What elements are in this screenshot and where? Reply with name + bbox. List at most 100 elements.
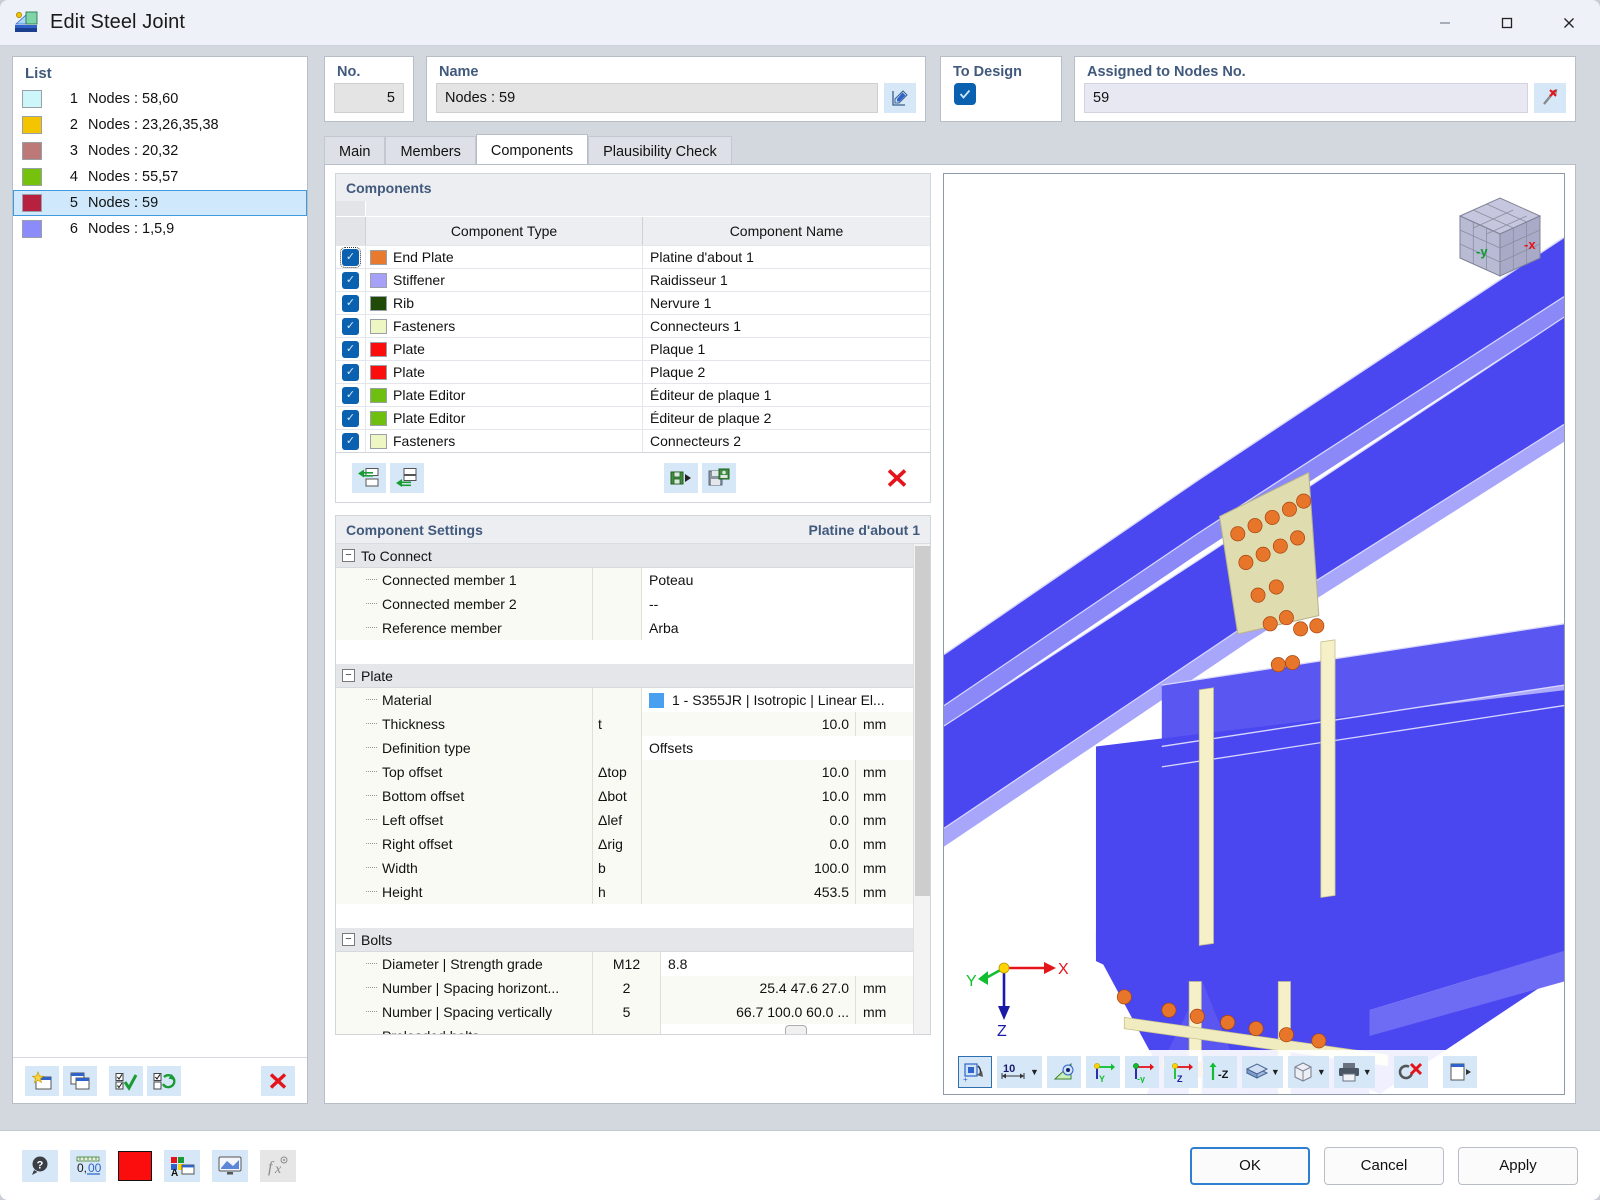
setting-row[interactable]: Top offset Δtop 10.0 mm [336, 760, 930, 784]
pick-node-icon[interactable] [1534, 83, 1566, 113]
setting-value-1[interactable]: 2 [593, 976, 661, 1000]
to-design-checkbox[interactable] [954, 83, 976, 105]
setting-value-2[interactable]: 66.7 100.0 60.0 ... [661, 1000, 856, 1024]
settings-group-bolts[interactable]: − Bolts [336, 928, 930, 952]
edit-pencil-icon[interactable] [884, 83, 916, 113]
setting-row[interactable]: Number | Spacing horizont... 2 25.4 47.6… [336, 976, 930, 1000]
setting-row[interactable]: Connected member 2 -- [336, 592, 930, 616]
cancel-button[interactable]: Cancel [1324, 1146, 1444, 1185]
checkbox-icon[interactable]: ✓ [342, 409, 359, 427]
table-row[interactable]: ✓ Plate Editor Éditeur de plaque 2 [336, 406, 930, 429]
joint-list[interactable]: 1 Nodes : 58,60 2 Nodes : 23,26,35,38 3 … [13, 86, 307, 242]
setting-value[interactable]: 100.0 [642, 856, 856, 880]
setting-row[interactable]: Number | Spacing vertically 5 66.7 100.0… [336, 1000, 930, 1024]
display-style-dropdown[interactable]: ▼ [1241, 1056, 1283, 1088]
row-check[interactable]: ✓ [336, 430, 366, 452]
close-button[interactable] [1538, 0, 1600, 46]
settings-group-to-connect[interactable]: − To Connect [336, 544, 930, 568]
tab-plausibility-check[interactable]: Plausibility Check [588, 136, 732, 166]
setting-row[interactable]: Left offset Δlef 0.0 mm [336, 808, 930, 832]
setting-value-1[interactable]: 5 [593, 1000, 661, 1024]
table-row[interactable]: ✓ Plate Plaque 2 [336, 360, 930, 383]
chevron-down-icon[interactable]: ▼ [1317, 1067, 1326, 1077]
table-row[interactable]: ✓ Rib Nervure 1 [336, 291, 930, 314]
setting-value[interactable]: 0.0 [642, 808, 856, 832]
settings-scrollbar-thumb[interactable] [915, 546, 930, 896]
settings-scrollbar[interactable] [913, 544, 930, 1034]
setting-row[interactable]: Preloaded bolts ✓ [336, 1024, 930, 1034]
setting-value[interactable]: 10.0 [642, 760, 856, 784]
row-check[interactable]: ✓ [336, 269, 366, 291]
setting-value[interactable]: -- [642, 592, 930, 616]
setting-value[interactable]: Poteau [642, 568, 930, 592]
view-in-z-button[interactable]: Z [1163, 1056, 1198, 1088]
maximize-button[interactable] [1476, 0, 1538, 46]
copy-joint-button[interactable] [63, 1065, 97, 1096]
checkbox-icon[interactable]: ✓ [342, 432, 359, 450]
table-row[interactable]: ✓ Stiffener Raidisseur 1 [336, 268, 930, 291]
setting-row[interactable]: Height h 453.5 mm [336, 880, 930, 904]
setting-row[interactable]: Reference member Arba [336, 616, 930, 640]
setting-row[interactable]: Thickness t 10.0 mm [336, 712, 930, 736]
import-component-button[interactable] [664, 462, 698, 493]
row-check[interactable]: ✓ [336, 315, 366, 337]
setting-value[interactable]: 10.0 [642, 784, 856, 808]
setting-value[interactable]: Offsets [642, 736, 930, 760]
setting-value-1[interactable]: M12 [593, 952, 661, 976]
list-item[interactable]: 6 Nodes : 1,5,9 [13, 216, 307, 242]
chevron-down-icon[interactable]: ▼ [1363, 1067, 1372, 1077]
collapse-icon[interactable]: − [342, 933, 355, 946]
delete-joint-button[interactable] [261, 1065, 295, 1096]
projection-dropdown[interactable]: ▼ [1287, 1056, 1329, 1088]
setting-row[interactable]: Right offset Δrig 0.0 mm [336, 832, 930, 856]
select-all-button[interactable] [109, 1065, 143, 1096]
preloaded-bolts-checkbox-cell[interactable]: ✓ [661, 1024, 930, 1034]
checkbox-icon[interactable]: ✓ [342, 386, 359, 404]
settings-group-plate[interactable]: − Plate [336, 664, 930, 688]
table-row[interactable]: ✓ Plate Editor Éditeur de plaque 1 [336, 383, 930, 406]
table-row[interactable]: ✓ End Plate Platine d'about 1 [336, 245, 930, 268]
zoom-factor-dropdown[interactable]: 10 ▼ [997, 1056, 1042, 1088]
table-row[interactable]: ✓ Plate Plaque 1 [336, 337, 930, 360]
view-in-y-button[interactable]: -y [1124, 1056, 1159, 1088]
ok-button[interactable]: OK [1190, 1146, 1310, 1185]
minimize-button[interactable] [1414, 0, 1476, 46]
setting-row[interactable]: Connected member 1 Poteau [336, 568, 930, 592]
joint-no-field[interactable]: 5 [334, 83, 404, 113]
checkbox-icon[interactable]: ✓ [342, 340, 359, 358]
checkbox-icon-unchecked[interactable]: ✓ [784, 1025, 807, 1034]
color-button[interactable] [118, 1150, 152, 1181]
checkbox-icon[interactable]: ✓ [342, 294, 359, 312]
setting-value[interactable]: 453.5 [642, 880, 856, 904]
list-item[interactable]: 3 Nodes : 20,32 [13, 138, 307, 164]
list-item[interactable]: 1 Nodes : 58,60 [13, 86, 307, 112]
list-item[interactable]: 2 Nodes : 23,26,35,38 [13, 112, 307, 138]
setting-value[interactable]: 10.0 [642, 712, 856, 736]
assigned-nodes-field[interactable]: 59 [1084, 83, 1528, 113]
save-component-button[interactable] [702, 462, 736, 493]
row-check[interactable]: ✓ [336, 338, 366, 360]
collapse-icon[interactable]: − [342, 549, 355, 562]
setting-row[interactable]: Definition type Offsets [336, 736, 930, 760]
tab-main[interactable]: Main [324, 136, 386, 166]
row-check[interactable]: ✓ [336, 407, 366, 429]
setting-value[interactable]: Arba [642, 616, 930, 640]
view-in-x-button[interactable]: Y [1085, 1056, 1120, 1088]
joint-name-field[interactable]: Nodes : 59 [436, 83, 878, 113]
tab-members[interactable]: Members [385, 136, 476, 166]
setting-value-material[interactable]: 1 - S355JR | Isotropic | Linear El... [642, 688, 930, 712]
header-component-name[interactable]: Component Name [643, 217, 930, 245]
setting-row[interactable]: Bottom offset Δbot 10.0 mm [336, 784, 930, 808]
tab-components[interactable]: Components [475, 134, 589, 166]
list-item-selected[interactable]: 5 Nodes : 59 [13, 190, 307, 216]
visibility-button[interactable] [1046, 1056, 1081, 1088]
setting-row[interactable]: Material 1 - S355JR | Isotropic | Linear… [336, 688, 930, 712]
chevron-down-icon[interactable]: ▼ [1030, 1067, 1039, 1077]
setting-row[interactable]: Width b 100.0 mm [336, 856, 930, 880]
3d-viewport[interactable]: -y -x X Y Z + 10 ▼ Y -y Z -Z ▼ ▼ ▼ [943, 173, 1565, 1095]
panel-toggle-button[interactable] [1442, 1056, 1477, 1088]
render-mode-button[interactable]: + [958, 1056, 992, 1088]
visual-settings-button[interactable] [212, 1149, 248, 1182]
navigation-cube[interactable]: -y -x [1454, 194, 1546, 284]
clear-selection-button[interactable] [1393, 1056, 1428, 1088]
